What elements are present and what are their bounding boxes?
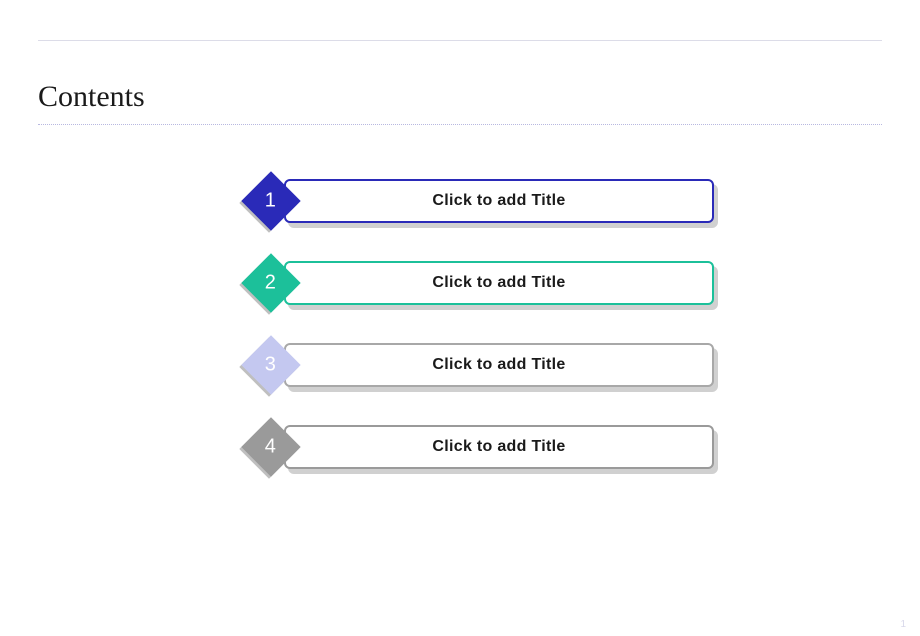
title-placeholder: Click to add Title — [432, 192, 565, 210]
page-title: Contents — [38, 80, 145, 114]
title-bar-4[interactable]: Click to add Title — [284, 425, 714, 469]
top-divider — [38, 40, 882, 41]
title-underline — [38, 124, 882, 125]
title-placeholder: Click to add Title — [432, 274, 565, 292]
contents-list: Click to add Title 1 Click to add Title … — [236, 178, 726, 506]
content-row-2: Click to add Title 2 — [236, 260, 726, 312]
content-row-4: Click to add Title 4 — [236, 424, 726, 476]
title-placeholder: Click to add Title — [432, 438, 565, 456]
content-row-3: Click to add Title 3 — [236, 342, 726, 394]
title-bar-3[interactable]: Click to add Title — [284, 343, 714, 387]
item-number: 2 — [265, 272, 276, 295]
title-placeholder: Click to add Title — [432, 356, 565, 374]
content-row-1: Click to add Title 1 — [236, 178, 726, 230]
title-bar-2[interactable]: Click to add Title — [284, 261, 714, 305]
title-bar-1[interactable]: Click to add Title — [284, 179, 714, 223]
item-number: 3 — [265, 354, 276, 377]
item-number: 4 — [265, 436, 276, 459]
item-number: 1 — [265, 190, 276, 213]
page-number: 1 — [900, 619, 906, 630]
